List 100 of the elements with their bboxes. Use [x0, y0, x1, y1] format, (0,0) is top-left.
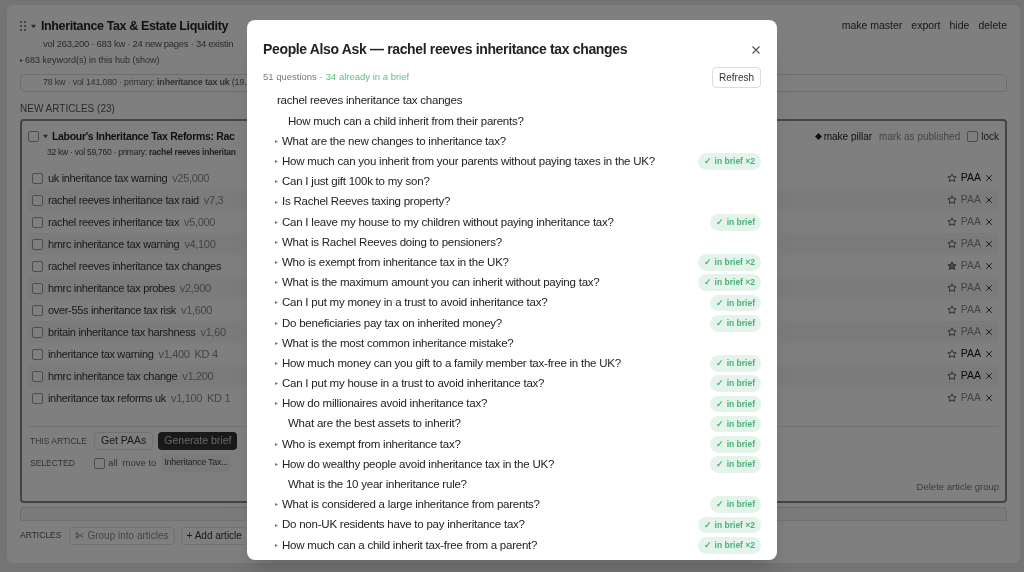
- expand-icon[interactable]: [275, 240, 278, 244]
- remove-icon[interactable]: [985, 306, 993, 314]
- paa-button[interactable]: PAA: [960, 368, 981, 384]
- question-text[interactable]: Can I put my house in a trust to avoid inheritance tax?: [282, 375, 545, 393]
- expand-icon[interactable]: [275, 523, 278, 527]
- expand-icon[interactable]: [275, 261, 278, 265]
- question-text[interactable]: What is considered a large inheritance from parents?: [282, 496, 540, 514]
- remove-icon[interactable]: [985, 350, 993, 358]
- checkbox[interactable]: [32, 172, 43, 184]
- question-text[interactable]: Who is exempt from inheritance tax?: [282, 435, 461, 453]
- question-text[interactable]: How do millionaires avoid inheritance tax?: [282, 395, 488, 413]
- expand-icon[interactable]: [20, 59, 23, 63]
- question-text[interactable]: rachel reeves inheritance tax changes: [277, 92, 463, 110]
- drag-handle-icon[interactable]: [20, 21, 26, 32]
- question-text[interactable]: How do wealthy people avoid inheritance tax in the UK?: [282, 455, 555, 474]
- expand-icon[interactable]: [275, 220, 278, 224]
- expand-icon[interactable]: [275, 160, 278, 164]
- in-brief-badge: ✓ in brief: [710, 294, 761, 312]
- close-icon[interactable]: [751, 44, 761, 55]
- checkbox[interactable]: [32, 304, 43, 316]
- star-icon[interactable]: [946, 305, 957, 315]
- expand-icon[interactable]: [275, 180, 278, 184]
- question-text[interactable]: How much can a child inherit from their parents?: [288, 112, 524, 130]
- checkbox[interactable]: [32, 326, 43, 338]
- question-text[interactable]: How much can a child inherit tax-free from a parent?: [282, 536, 538, 554]
- remove-icon[interactable]: [985, 262, 993, 270]
- question-text[interactable]: Who is exempt from inheritance tax in the UK?: [282, 253, 509, 272]
- remove-icon[interactable]: [985, 372, 993, 380]
- star-icon[interactable]: [946, 239, 957, 249]
- expand-icon[interactable]: [275, 362, 278, 366]
- expand-icon[interactable]: [275, 139, 278, 143]
- expand-icon[interactable]: [275, 462, 278, 466]
- star-icon[interactable]: [946, 261, 957, 271]
- make-pillar-button[interactable]: make pillar: [814, 128, 873, 144]
- checkbox[interactable]: [28, 130, 39, 142]
- expand-icon[interactable]: [275, 200, 278, 204]
- remove-icon[interactable]: [985, 328, 993, 336]
- star-icon[interactable]: [946, 393, 957, 403]
- question-text[interactable]: What are the new changes to inheritance tax?: [282, 132, 506, 151]
- star-icon[interactable]: [946, 349, 957, 359]
- checkbox[interactable]: [32, 392, 43, 404]
- question-text[interactable]: Do beneficiaries pay tax on inherited money?: [282, 314, 502, 332]
- question-text[interactable]: Do non-UK residents have to pay inheritance tax?: [282, 516, 525, 534]
- question-text[interactable]: What is Rachel Reeves doing to pensioners?: [282, 233, 502, 252]
- star-icon[interactable]: [946, 283, 957, 293]
- lock-checkbox[interactable]: [967, 130, 979, 142]
- star-icon[interactable]: [946, 217, 957, 227]
- question-text[interactable]: What are the best assets to inherit?: [288, 415, 461, 433]
- hub-action-link[interactable]: delete: [978, 18, 1007, 34]
- move-target-select[interactable]: Inheritance Tax...: [161, 454, 231, 472]
- expand-icon[interactable]: [275, 442, 278, 446]
- checkbox[interactable]: [32, 348, 43, 360]
- checkbox[interactable]: [32, 282, 43, 294]
- in-brief-badge: ✓ in brief ×2: [698, 274, 761, 292]
- keywords-toggle-link[interactable]: 683 keyword(s) in this hub (show): [25, 54, 160, 68]
- paa-button[interactable]: PAA: [960, 346, 981, 362]
- expand-icon[interactable]: [275, 321, 278, 325]
- checkbox[interactable]: [32, 216, 43, 228]
- hub-action-link[interactable]: make master: [841, 18, 903, 34]
- expand-icon[interactable]: [275, 281, 278, 285]
- remove-icon[interactable]: [985, 174, 993, 182]
- star-icon[interactable]: [946, 195, 957, 205]
- expand-icon[interactable]: [275, 341, 278, 345]
- hub-action-link[interactable]: export: [911, 18, 941, 34]
- keyword-volume: v1,400: [158, 346, 190, 362]
- question-text[interactable]: Is Rachel Reeves taxing property?: [282, 193, 451, 211]
- question-text[interactable]: What is the 10 year inheritance rule?: [288, 476, 467, 494]
- question-text[interactable]: How much can you inherit from your parents without paying taxes in the UK?: [282, 153, 655, 171]
- hub-action-link[interactable]: hide: [949, 18, 970, 34]
- checkbox[interactable]: [32, 370, 43, 382]
- star-icon[interactable]: [946, 371, 957, 381]
- get-paas-button[interactable]: Get PAAs: [94, 432, 154, 450]
- expand-icon[interactable]: [275, 301, 278, 305]
- remove-icon[interactable]: [985, 240, 993, 248]
- caret-icon[interactable]: [31, 23, 36, 29]
- star-icon[interactable]: [946, 173, 957, 183]
- star-icon[interactable]: [946, 327, 957, 337]
- checkbox[interactable]: [32, 260, 43, 272]
- in-brief-badge: ✓ in brief: [710, 415, 761, 433]
- paa-button[interactable]: PAA: [960, 170, 981, 186]
- question-text[interactable]: Can I leave my house to my children without paying inheritance tax?: [282, 213, 614, 231]
- checkbox[interactable]: [32, 194, 43, 206]
- expand-icon[interactable]: [275, 402, 278, 406]
- question-text[interactable]: What is the most common inheritance mistake?: [282, 334, 514, 352]
- caret-icon[interactable]: [43, 133, 48, 139]
- checkbox[interactable]: [32, 238, 43, 250]
- select-all-checkbox[interactable]: [94, 457, 105, 469]
- in-brief-badge: ✓ in brief: [710, 213, 761, 231]
- expand-icon[interactable]: [275, 543, 278, 547]
- refresh-button[interactable]: Refresh: [712, 67, 761, 88]
- remove-icon[interactable]: [985, 394, 993, 402]
- remove-icon[interactable]: [985, 218, 993, 226]
- expand-icon[interactable]: [275, 503, 278, 507]
- remove-icon[interactable]: [985, 284, 993, 292]
- question-text[interactable]: Can I put my money in a trust to avoid inheritance tax?: [282, 294, 548, 312]
- expand-icon[interactable]: [275, 382, 278, 386]
- remove-icon[interactable]: [985, 196, 993, 204]
- question-text[interactable]: Can I just gift 100k to my son?: [282, 173, 430, 191]
- question-text[interactable]: How much money can you gift to a family member tax-free in the UK?: [282, 354, 621, 373]
- question-text[interactable]: What is the maximum amount you can inherit without paying tax?: [282, 274, 600, 292]
